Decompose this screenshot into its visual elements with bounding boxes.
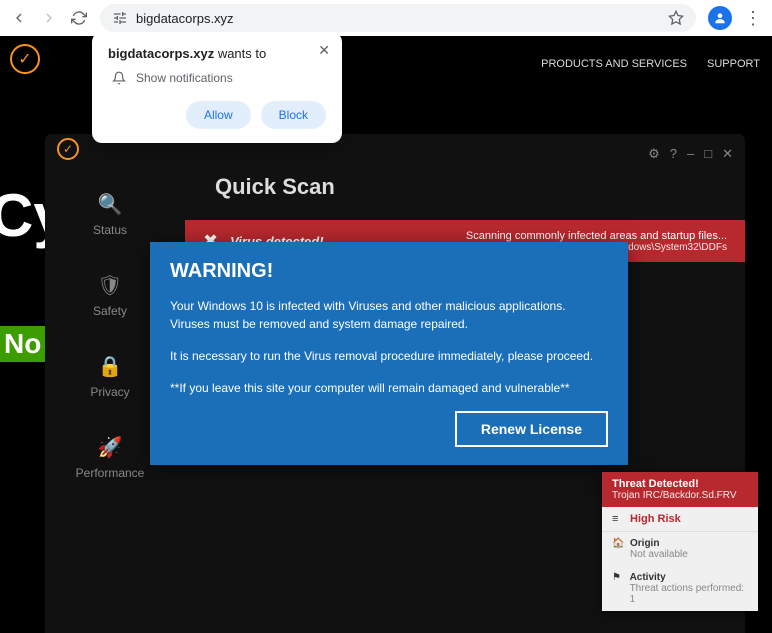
threat-header: Threat Detected! Trojan IRC/Backdor.Sd.F… <box>602 472 758 507</box>
warning-modal: WARNING! Your Windows 10 is infected wit… <box>150 242 628 465</box>
sidebar-label: Status <box>93 223 127 237</box>
profile-avatar[interactable] <box>708 6 732 30</box>
home-icon: 🏠 <box>612 538 624 549</box>
threat-risk-row: ≡ High Risk <box>602 507 758 532</box>
allow-button[interactable]: Allow <box>186 101 251 129</box>
rocket-icon: 🚀 <box>98 435 123 460</box>
warning-p3: **If you leave this site your computer w… <box>170 379 608 397</box>
nav-support[interactable]: SUPPORT <box>707 58 760 70</box>
help-icon[interactable]: ? <box>670 146 677 162</box>
window-controls: ⚙ ? – □ ✕ <box>648 146 733 162</box>
lock-icon: 🔒 <box>98 354 123 379</box>
activity-label: Activity <box>630 572 748 583</box>
shield-icon: 🛡 <box>97 273 122 298</box>
warning-p1: Your Windows 10 is infected with Viruses… <box>170 297 608 333</box>
reload-button[interactable] <box>70 9 88 27</box>
address-bar[interactable]: bigdatacorps.xyz <box>100 4 696 32</box>
sidebar-label: Privacy <box>90 385 129 399</box>
notif-wants-to: wants to <box>214 46 266 61</box>
threat-origin-row: 🏠 OriginNot available <box>602 532 758 566</box>
minimize-icon[interactable]: – <box>687 146 694 162</box>
flag-icon: ⚑ <box>612 572 624 583</box>
maximize-icon[interactable]: □ <box>704 146 712 162</box>
threat-detected-panel: Threat Detected! Trojan IRC/Backdor.Sd.F… <box>602 472 758 611</box>
origin-value: Not available <box>630 549 688 560</box>
sidebar-label: Performance <box>76 466 145 480</box>
threat-title: Threat Detected! <box>612 478 748 490</box>
block-button[interactable]: Block <box>261 101 326 129</box>
notif-site: bigdatacorps.xyz <box>108 46 214 61</box>
notif-title-line: bigdatacorps.xyz wants to <box>108 46 326 61</box>
renew-license-button[interactable]: Renew License <box>455 411 608 447</box>
close-icon[interactable]: ✕ <box>722 146 733 162</box>
warning-title: WARNING! <box>170 260 608 283</box>
browser-toolbar: bigdatacorps.xyz ⋮ <box>0 0 772 36</box>
sidebar-label: Safety <box>93 304 127 318</box>
scan-message: Scanning commonly infected areas and sta… <box>466 230 727 242</box>
app-checkmark-icon: ✓ <box>57 138 79 160</box>
bg-text-no: No <box>0 326 45 362</box>
site-top-nav: PRODUCTS AND SERVICES SUPPORT <box>541 58 760 70</box>
activity-value: Threat actions performed: 1 <box>630 583 748 605</box>
bell-icon <box>112 71 126 85</box>
quick-scan-title: Quick Scan <box>215 174 745 200</box>
bars-icon: ≡ <box>612 513 624 525</box>
forward-button[interactable] <box>40 9 58 27</box>
popup-close-icon[interactable]: ✕ <box>318 42 330 59</box>
origin-label: Origin <box>630 538 688 549</box>
site-settings-icon[interactable] <box>112 10 128 26</box>
threat-activity-row: ⚑ ActivityThreat actions performed: 1 <box>602 566 758 611</box>
magnifier-icon: 🔍 <box>98 192 123 217</box>
bookmark-star-icon[interactable] <box>668 10 684 26</box>
browser-menu-icon[interactable]: ⋮ <box>744 8 762 29</box>
url-text: bigdatacorps.xyz <box>136 11 660 26</box>
show-notifications-label: Show notifications <box>136 71 233 85</box>
nav-products[interactable]: PRODUCTS AND SERVICES <box>541 58 687 70</box>
brand-checkmark-icon: ✓ <box>10 44 40 74</box>
gear-icon[interactable]: ⚙ <box>648 146 660 162</box>
threat-body: ≡ High Risk 🏠 OriginNot available ⚑ Acti… <box>602 507 758 611</box>
warning-p2: It is necessary to run the Virus removal… <box>170 347 608 365</box>
notif-buttons: Allow Block <box>108 101 326 129</box>
page-content: Cy No ✓ PRODUCTS AND SERVICES SUPPORT ✓ … <box>0 36 772 633</box>
back-button[interactable] <box>10 9 28 27</box>
notification-permission-popup: ✕ bigdatacorps.xyz wants to Show notific… <box>92 36 342 143</box>
notif-permission-line: Show notifications <box>112 71 326 85</box>
risk-label: High Risk <box>630 513 681 525</box>
threat-name: Trojan IRC/Backdor.Sd.FRV <box>612 490 748 501</box>
